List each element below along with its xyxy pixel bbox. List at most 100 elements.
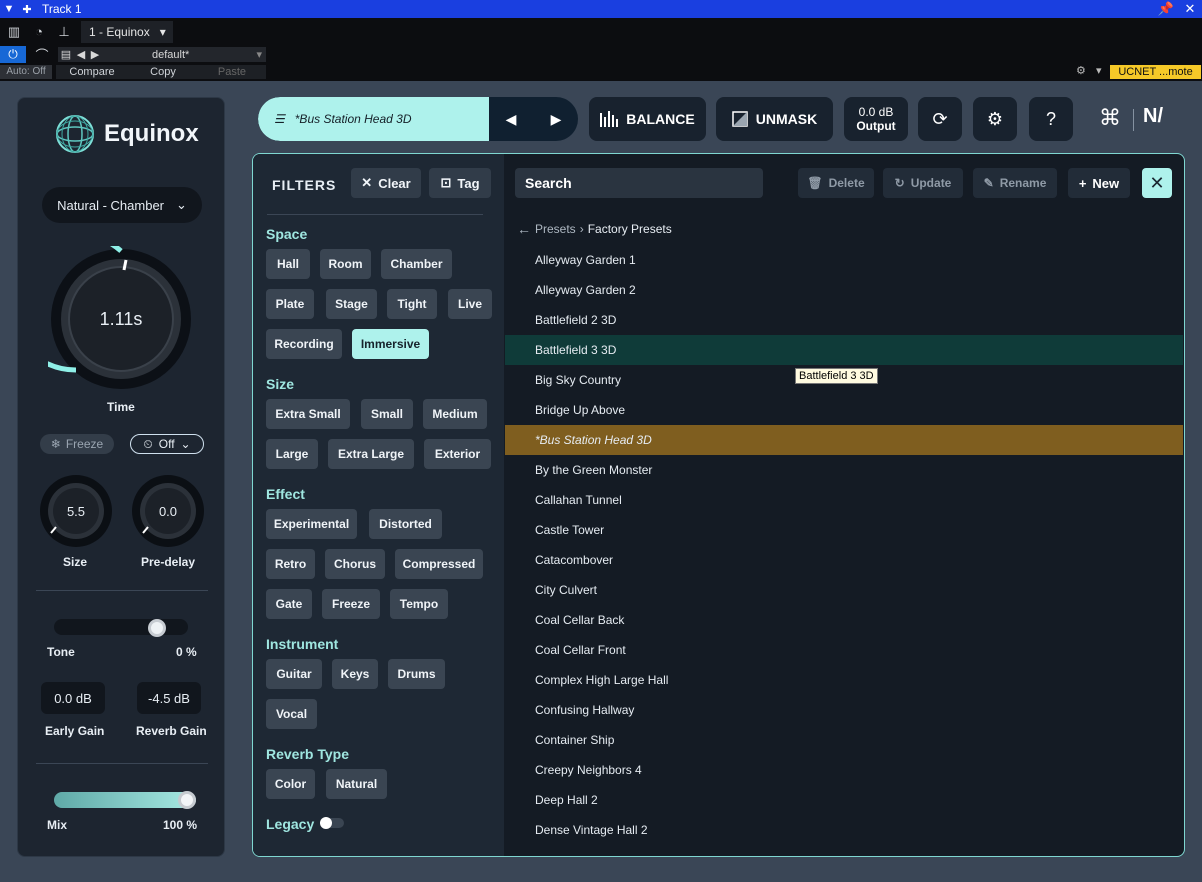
- list-item[interactable]: Alleyway Garden 2: [505, 275, 1183, 305]
- legacy-toggle[interactable]: [320, 817, 344, 829]
- preset-name-button[interactable]: ☰ *Bus Station Head 3D: [258, 97, 489, 141]
- help-button[interactable]: ?: [1029, 97, 1073, 141]
- filter-chip-live[interactable]: Live: [448, 289, 492, 319]
- filter-chip-freeze[interactable]: Freeze: [322, 589, 380, 619]
- auto-off-button[interactable]: Auto: Off: [0, 65, 52, 79]
- filter-chip-hall[interactable]: Hall: [266, 249, 310, 279]
- mix-slider[interactable]: [54, 791, 196, 809]
- copy-button[interactable]: Copy: [128, 65, 198, 79]
- next-preset-icon[interactable]: ▶: [88, 48, 102, 61]
- list-item[interactable]: Coal Cellar Front: [505, 635, 1183, 665]
- filter-chip-exterior[interactable]: Exterior: [424, 439, 491, 469]
- save-icon[interactable]: ▤: [58, 48, 74, 61]
- filter-chip-immersive[interactable]: Immersive: [352, 329, 429, 359]
- close-icon[interactable]: ✕: [1178, 1, 1202, 17]
- list-item[interactable]: Alleyway Garden 1: [505, 245, 1183, 275]
- history-button[interactable]: ⟳: [918, 97, 962, 141]
- update-button[interactable]: ↻ Update: [883, 168, 963, 198]
- filter-chip-extra-large[interactable]: Extra Large: [328, 439, 414, 469]
- filter-chip-plate[interactable]: Plate: [266, 289, 314, 319]
- filter-chip-vocal[interactable]: Vocal: [266, 699, 317, 729]
- filter-chip-medium[interactable]: Medium: [423, 399, 487, 429]
- paste-button[interactable]: Paste: [198, 65, 266, 79]
- filter-chip-natural[interactable]: Natural: [326, 769, 387, 799]
- rename-button[interactable]: ✎ Rename: [973, 168, 1057, 198]
- filter-chip-small[interactable]: Small: [361, 399, 413, 429]
- filter-chip-guitar[interactable]: Guitar: [266, 659, 322, 689]
- list-item[interactable]: Creepy Neighbors 4: [505, 755, 1183, 785]
- balance-button[interactable]: BALANCE: [589, 97, 706, 141]
- filter-chip-retro[interactable]: Retro: [266, 549, 315, 579]
- new-preset-button[interactable]: + New: [1068, 168, 1130, 198]
- mode-select[interactable]: Natural - Chamber ⌄: [42, 187, 202, 223]
- dial-icon[interactable]: ◔: [28, 21, 50, 43]
- time-knob[interactable]: 1.11s: [5, 231, 194, 392]
- rack-icon[interactable]: ▥: [3, 21, 25, 43]
- filter-chip-compressed[interactable]: Compressed: [395, 549, 483, 579]
- ucnet-badge[interactable]: UCNET ...mote: [1110, 65, 1201, 79]
- pin-icon[interactable]: 📌: [1154, 1, 1178, 17]
- filter-chip-chamber[interactable]: Chamber: [381, 249, 452, 279]
- mix-slider-thumb[interactable]: [178, 791, 196, 809]
- back-arrow-icon[interactable]: ←: [517, 221, 531, 237]
- list-item-current[interactable]: *Bus Station Head 3D: [505, 425, 1183, 455]
- filter-chip-chorus[interactable]: Chorus: [325, 549, 385, 579]
- curve-icon[interactable]: ⌒: [31, 43, 53, 65]
- list-item[interactable]: By the Green Monster: [505, 455, 1183, 485]
- filter-chip-room[interactable]: Room: [320, 249, 371, 279]
- host-preset-field[interactable]: ▤ ◀ ▶ default* ▾: [58, 47, 266, 62]
- close-browser-button[interactable]: ✕: [1142, 168, 1172, 198]
- list-item[interactable]: Deep Hall 2: [505, 785, 1183, 815]
- size-knob[interactable]: 5.5: [38, 473, 114, 549]
- list-item[interactable]: Castle Tower: [505, 515, 1183, 545]
- filter-chip-color[interactable]: Color: [266, 769, 315, 799]
- list-item[interactable]: Coal Cellar Back: [505, 605, 1183, 635]
- filter-chip-stage[interactable]: Stage: [326, 289, 377, 319]
- list-item[interactable]: Dense Vintage Hall 2: [505, 815, 1183, 845]
- list-item[interactable]: Confusing Hallway: [505, 695, 1183, 725]
- menu-chevron-icon[interactable]: ▼: [0, 3, 18, 15]
- list-item[interactable]: Container Ship: [505, 725, 1183, 755]
- search-input[interactable]: Search: [515, 168, 763, 198]
- output-control[interactable]: 0.0 dB Output: [844, 97, 908, 141]
- tag-button[interactable]: ⊡ Tag: [429, 168, 491, 198]
- filter-chip-keys[interactable]: Keys: [332, 659, 378, 689]
- tone-slider-thumb[interactable]: [148, 619, 166, 637]
- prev-preset-button[interactable]: ◀: [489, 97, 533, 141]
- filter-chip-distorted[interactable]: Distorted: [369, 509, 442, 539]
- list-item[interactable]: City Culvert: [505, 575, 1183, 605]
- filter-chip-gate[interactable]: Gate: [266, 589, 312, 619]
- list-item[interactable]: Callahan Tunnel: [505, 485, 1183, 515]
- duck-select[interactable]: ⏲ Off ⌄: [130, 434, 204, 454]
- delete-button[interactable]: 🗑 Delete: [798, 168, 874, 198]
- next-preset-button[interactable]: ▶: [534, 97, 578, 141]
- clear-filters-button[interactable]: ✕ Clear: [351, 168, 421, 198]
- power-icon[interactable]: ⏻: [0, 45, 26, 63]
- list-item[interactable]: Bridge Up Above: [505, 395, 1183, 425]
- unmask-button[interactable]: UNMASK: [716, 97, 833, 141]
- filter-chip-tempo[interactable]: Tempo: [390, 589, 448, 619]
- filter-chip-experimental[interactable]: Experimental: [266, 509, 357, 539]
- prev-preset-icon[interactable]: ◀: [74, 48, 88, 61]
- filter-chip-drums[interactable]: Drums: [388, 659, 445, 689]
- routing-icon[interactable]: ⊥: [53, 21, 75, 43]
- gear-icon[interactable]: ⚙: [1076, 64, 1086, 77]
- chevron-down-icon[interactable]: ▾: [1096, 64, 1102, 77]
- tone-slider[interactable]: [54, 619, 188, 637]
- filter-chip-extra-small[interactable]: Extra Small: [266, 399, 350, 429]
- list-item-hovered[interactable]: Battlefield 3 3D: [505, 335, 1183, 365]
- settings-button[interactable]: ⚙: [973, 97, 1017, 141]
- freeze-button[interactable]: ❄ Freeze: [40, 434, 114, 454]
- list-item[interactable]: Battlefield 2 3D: [505, 305, 1183, 335]
- list-item[interactable]: Catacombover: [505, 545, 1183, 575]
- breadcrumb-root[interactable]: Presets: [535, 222, 576, 236]
- add-icon[interactable]: ✚: [18, 3, 36, 16]
- compare-button[interactable]: Compare: [56, 65, 128, 79]
- filter-chip-large[interactable]: Large: [266, 439, 318, 469]
- filter-chip-tight[interactable]: Tight: [387, 289, 437, 319]
- early-gain-field[interactable]: 0.0 dB: [41, 682, 105, 714]
- track-select[interactable]: 1 - Equinox ▾: [81, 20, 173, 43]
- reverb-gain-field[interactable]: -4.5 dB: [137, 682, 201, 714]
- predelay-knob[interactable]: 0.0: [130, 473, 206, 549]
- filter-chip-recording[interactable]: Recording: [266, 329, 342, 359]
